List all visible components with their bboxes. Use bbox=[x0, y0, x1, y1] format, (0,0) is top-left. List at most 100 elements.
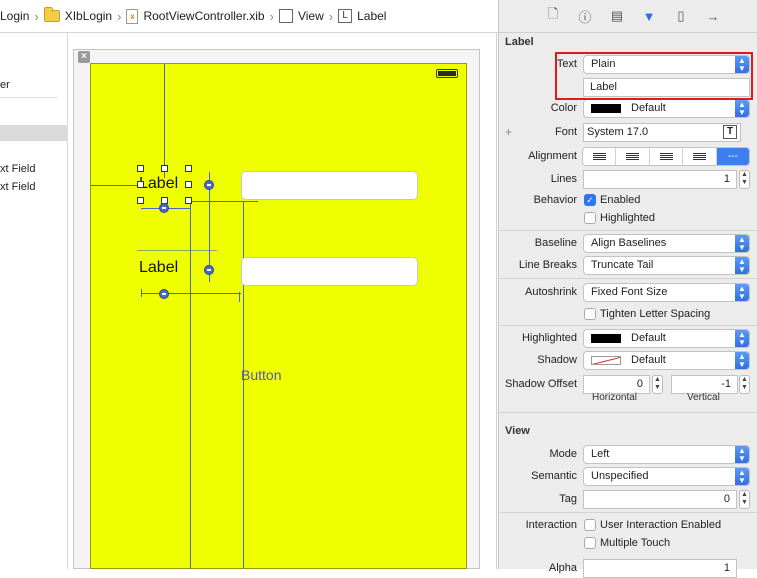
attributes-inspector-icon[interactable]: ▼ bbox=[635, 6, 663, 26]
inspector-tab-bar: 🗋 ⓘ ▤ ▼ ▯ → bbox=[499, 0, 757, 33]
button[interactable]: Button bbox=[241, 367, 281, 383]
outline-item-textfield[interactable]: xt Field bbox=[0, 163, 35, 175]
outline-selected-row[interactable] bbox=[0, 125, 68, 141]
semantic-popup[interactable]: Unspecified ▲ ▼ bbox=[583, 467, 750, 486]
device-view[interactable]: Label Label Button bbox=[90, 63, 467, 569]
mode-popup[interactable]: Left ▲ ▼ bbox=[583, 445, 750, 464]
breadcrumb-label[interactable]: L Label bbox=[338, 0, 387, 32]
highlighted-checkbox[interactable] bbox=[584, 212, 596, 224]
updown-chevron-icon: ▲ ▼ bbox=[735, 100, 749, 117]
font-picker-icon[interactable]: T bbox=[723, 125, 737, 139]
user-interaction-checkbox[interactable] bbox=[584, 519, 596, 531]
resize-handle[interactable] bbox=[185, 165, 192, 172]
breadcrumb-file[interactable]: x RootViewController.xib bbox=[126, 0, 265, 32]
align-natural-button[interactable]: --- bbox=[716, 148, 749, 165]
divider bbox=[500, 512, 757, 513]
size-inspector-icon[interactable]: ▯ bbox=[667, 6, 695, 26]
breadcrumb-view-label: View bbox=[297, 9, 324, 23]
autoshrink-popup[interactable]: Fixed Font Size ▲ ▼ bbox=[583, 283, 750, 302]
file-inspector-icon[interactable]: 🗋 bbox=[539, 6, 567, 26]
shadow-offset-horizontal-stepper[interactable]: ▲ ▼ bbox=[652, 375, 663, 394]
multiple-touch-checkbox[interactable] bbox=[584, 537, 596, 549]
divider bbox=[500, 325, 757, 326]
constraint-badge-icon[interactable] bbox=[204, 265, 214, 275]
font-row-label: Font bbox=[554, 126, 577, 138]
breadcrumb-project[interactable]: Login bbox=[0, 0, 30, 32]
autoshrink-row-label: Autoshrink bbox=[525, 286, 577, 298]
resize-handle[interactable] bbox=[137, 181, 144, 188]
tighten-checkbox[interactable] bbox=[584, 308, 596, 320]
baseline-popup[interactable]: Align Baselines ▲ ▼ bbox=[583, 234, 750, 253]
constraint-badge-icon[interactable] bbox=[204, 180, 214, 190]
resize-handle[interactable] bbox=[161, 165, 168, 172]
constraint-line bbox=[91, 185, 141, 186]
highlighted-color-popup[interactable]: Default ▲ ▼ bbox=[583, 329, 750, 348]
font-field[interactable]: System 17.0 T bbox=[583, 123, 741, 142]
divider bbox=[0, 97, 58, 98]
constraint-badge-icon[interactable] bbox=[159, 289, 169, 299]
align-justify-icon[interactable] bbox=[683, 148, 717, 165]
connections-inspector-icon[interactable]: → bbox=[699, 6, 727, 26]
identity-inspector-icon[interactable]: ▤ bbox=[603, 6, 631, 26]
breadcrumb-group[interactable]: XIbLogin bbox=[43, 0, 113, 32]
outline-item[interactable]: er bbox=[0, 79, 10, 91]
section-title-label: Label bbox=[505, 36, 534, 48]
user-interaction-label: User Interaction Enabled bbox=[600, 519, 722, 531]
lines-field[interactable]: 1 bbox=[583, 170, 737, 189]
jump-bar: Login › XIbLogin › x RootViewController.… bbox=[0, 0, 498, 33]
behavior-row-label: Behavior bbox=[533, 194, 577, 206]
breadcrumb-group-label: XIbLogin bbox=[64, 9, 113, 23]
constraint-badge-icon[interactable] bbox=[159, 203, 169, 213]
color-popup[interactable]: Default ▲ ▼ bbox=[583, 99, 750, 118]
tag-field[interactable]: 0 bbox=[583, 490, 737, 509]
document-outline: er xt Field xt Field bbox=[0, 33, 68, 569]
constraint-line bbox=[190, 201, 258, 202]
text-field-2[interactable] bbox=[241, 257, 418, 286]
updown-chevron-icon: ▲ ▼ bbox=[735, 235, 749, 252]
breadcrumb-view[interactable]: View bbox=[278, 0, 324, 32]
shadow-offset-vertical-stepper[interactable]: ▲ ▼ bbox=[739, 375, 750, 394]
linebreaks-popup[interactable]: Truncate Tail ▲ ▼ bbox=[583, 256, 750, 275]
breadcrumb-label-label: Label bbox=[357, 9, 387, 23]
divider bbox=[500, 278, 757, 279]
close-icon[interactable]: × bbox=[78, 51, 90, 63]
align-center-icon[interactable] bbox=[616, 148, 650, 165]
view-icon bbox=[278, 9, 293, 23]
help-icon[interactable]: ⓘ bbox=[571, 6, 599, 26]
shadow-color-popup[interactable]: Default ▲ ▼ bbox=[583, 351, 750, 370]
annotation-highlight-box bbox=[555, 52, 753, 100]
align-left-icon[interactable] bbox=[583, 148, 617, 165]
chevron-right-icon: › bbox=[117, 8, 122, 24]
resize-handle[interactable] bbox=[185, 181, 192, 188]
mode-row-label: Mode bbox=[549, 448, 577, 460]
constraint-line bbox=[141, 293, 241, 294]
tag-row-label: Tag bbox=[559, 493, 577, 505]
outline-item-textfield[interactable]: xt Field bbox=[0, 181, 35, 193]
add-variation-button[interactable]: + bbox=[505, 125, 512, 139]
chevron-right-icon: › bbox=[328, 8, 334, 24]
text-field-1[interactable] bbox=[241, 171, 418, 200]
constraint-line bbox=[190, 201, 191, 569]
resize-handle[interactable] bbox=[137, 165, 144, 172]
label-2[interactable]: Label bbox=[139, 259, 178, 277]
lines-stepper[interactable]: ▲ ▼ bbox=[739, 170, 750, 189]
resize-handle[interactable] bbox=[137, 197, 144, 204]
resize-handle[interactable] bbox=[185, 197, 192, 204]
shadow-row-label: Shadow bbox=[537, 354, 577, 366]
breadcrumb-project-label: Login bbox=[0, 9, 30, 23]
enabled-label: Enabled bbox=[600, 194, 641, 206]
label-1[interactable]: Label bbox=[139, 175, 178, 193]
updown-chevron-icon: ▲ ▼ bbox=[735, 468, 749, 485]
updown-chevron-icon: ▲ ▼ bbox=[735, 352, 749, 369]
tag-stepper[interactable]: ▲ ▼ bbox=[739, 490, 750, 509]
align-right-icon[interactable] bbox=[650, 148, 684, 165]
breadcrumb-file-label: RootViewController.xib bbox=[143, 9, 265, 23]
constraint-line bbox=[141, 289, 142, 297]
ib-canvas[interactable]: × Label Label Button bbox=[69, 33, 497, 569]
battery-icon bbox=[436, 69, 458, 78]
constraint-line bbox=[137, 250, 217, 251]
enabled-checkbox[interactable]: ✓ bbox=[584, 194, 596, 206]
xib-file-icon: x bbox=[126, 8, 139, 24]
color-row-label: Color bbox=[550, 102, 577, 114]
label-icon: L bbox=[338, 9, 353, 23]
